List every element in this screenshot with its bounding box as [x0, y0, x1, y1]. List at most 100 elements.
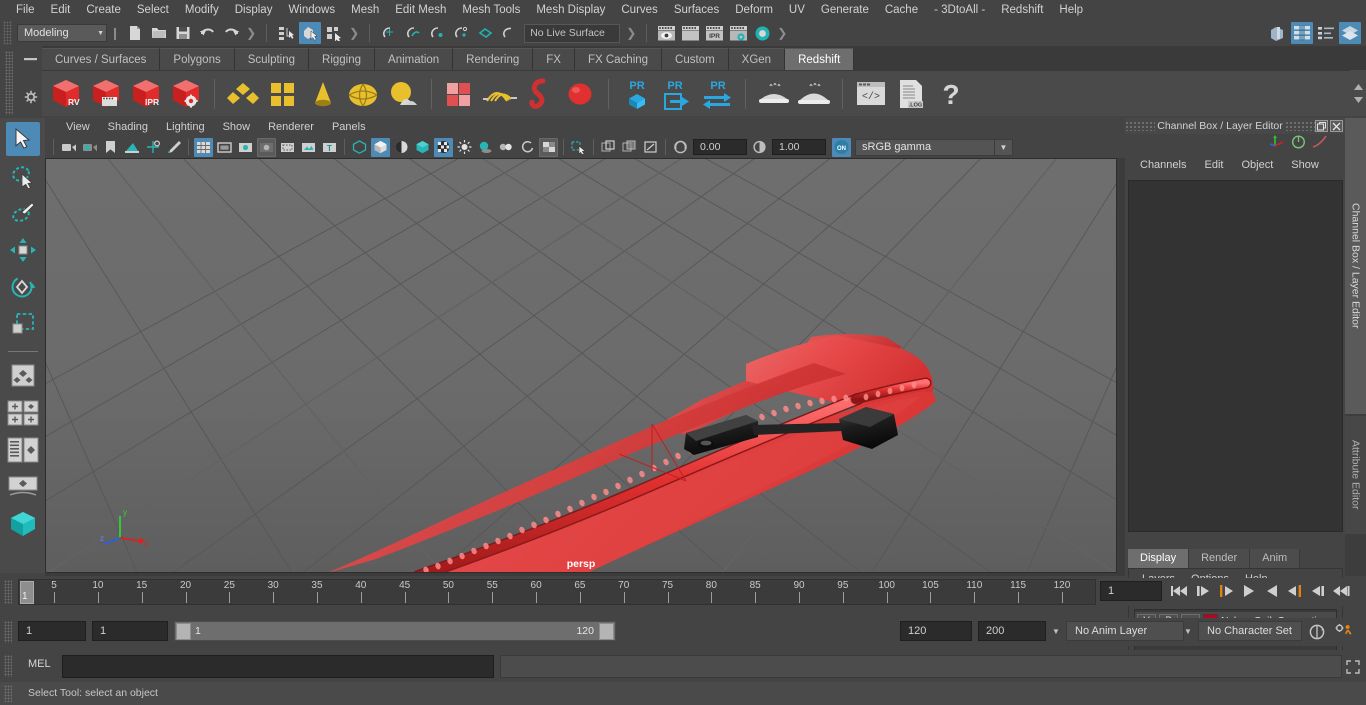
screen-space-ao-icon[interactable]: [497, 138, 516, 157]
animation-preferences-icon[interactable]: [1334, 623, 1354, 641]
redshift-environment-icon[interactable]: [383, 73, 423, 115]
menu-set-selector[interactable]: Modeling ▼: [17, 24, 107, 42]
undo-icon[interactable]: [196, 22, 218, 44]
menu-help[interactable]: Help: [1051, 0, 1091, 20]
select-by-hierarchy-icon[interactable]: [275, 22, 297, 44]
menu-windows[interactable]: Windows: [280, 0, 343, 20]
snap-to-view-plane-icon[interactable]: [474, 22, 496, 44]
film-origin-icon[interactable]: [278, 138, 297, 157]
film-gate-icon[interactable]: [215, 138, 234, 157]
command-input[interactable]: [62, 655, 494, 678]
hypershade-layout[interactable]: [6, 507, 40, 541]
two-d-pan-zoom-icon[interactable]: [143, 138, 162, 157]
close-icon[interactable]: [1330, 120, 1343, 132]
resolution-gate-icon[interactable]: [236, 138, 255, 157]
time-slider-grip[interactable]: [4, 580, 12, 604]
color-management-selector[interactable]: sRGB gamma: [855, 138, 995, 156]
menu-cache[interactable]: Cache: [877, 0, 926, 20]
xray-icon[interactable]: [599, 138, 618, 157]
select-by-object-icon[interactable]: [299, 22, 322, 44]
menu-surfaces[interactable]: Surfaces: [666, 0, 727, 20]
title-safe-icon[interactable]: T: [320, 138, 339, 157]
motion-blur-icon[interactable]: [518, 138, 537, 157]
redshift-pr-export-icon[interactable]: PR: [657, 73, 697, 115]
range-bar-left-handle[interactable]: [176, 622, 191, 640]
redshift-render-view-icon[interactable]: RV: [46, 73, 86, 115]
tool-settings-toggle-icon[interactable]: [1339, 22, 1361, 44]
attribute-editor-toggle-icon[interactable]: [1315, 22, 1337, 44]
use-default-lighting-icon[interactable]: [434, 137, 453, 157]
menu-edit[interactable]: Edit: [43, 0, 79, 20]
viewport-menu-show[interactable]: Show: [214, 118, 260, 136]
grease-pencil-icon[interactable]: [164, 138, 183, 157]
single-perspective-layout[interactable]: [6, 470, 40, 504]
menu-mesh[interactable]: Mesh: [343, 0, 387, 20]
paint-select-tool[interactable]: [6, 196, 40, 230]
redshift-help-icon[interactable]: ?: [931, 73, 971, 115]
help-line-grip[interactable]: [4, 685, 12, 702]
xray-joints-icon[interactable]: [620, 138, 639, 157]
channel-box-menu-edit[interactable]: Edit: [1195, 154, 1232, 176]
show-hide-render-view-icon[interactable]: [655, 22, 677, 44]
anim-layer-selector[interactable]: No Anim Layer: [1066, 621, 1184, 641]
vertical-tab-attribute-editor[interactable]: Attribute Editor: [1345, 416, 1366, 534]
redshift-sphere-light-icon[interactable]: [560, 73, 600, 115]
curve-toggle-icon[interactable]: [1312, 135, 1327, 154]
outliner-persp-layout[interactable]: [6, 433, 40, 467]
status-line-grip[interactable]: [3, 21, 12, 45]
menu-edit-mesh[interactable]: Edit Mesh: [387, 0, 454, 20]
menu-mesh-tools[interactable]: Mesh Tools: [454, 0, 528, 20]
shelf-scroll-arrows[interactable]: [1350, 70, 1366, 116]
smooth-shade-all-icon[interactable]: [371, 137, 390, 157]
viewport-menu-shading[interactable]: Shading: [99, 118, 157, 136]
redshift-material-icon[interactable]: [223, 73, 263, 115]
make-live-icon[interactable]: [498, 22, 520, 44]
image-plane-icon[interactable]: [122, 138, 141, 157]
four-view-layout[interactable]: [6, 359, 40, 393]
open-scene-icon[interactable]: [148, 22, 170, 44]
viewport-menu-renderer[interactable]: Renderer: [259, 118, 323, 136]
sidebar-toggle-icon[interactable]: [1267, 22, 1289, 44]
step-back-frame-icon[interactable]: [1216, 580, 1236, 602]
move-tool[interactable]: [6, 233, 40, 267]
gate-mask-icon[interactable]: [257, 137, 276, 157]
color-management-toggle-icon[interactable]: ON: [832, 137, 851, 157]
rotate-tool[interactable]: [6, 270, 40, 304]
shelf-tab-polygons[interactable]: Polygons: [160, 48, 235, 70]
shelf-tab-fx[interactable]: FX: [533, 48, 575, 70]
shelf-tab-fx-caching[interactable]: FX Caching: [574, 48, 663, 70]
ipr-render-icon[interactable]: IPR: [703, 22, 725, 44]
menu-create[interactable]: Create: [78, 0, 129, 20]
auto-keyframe-icon[interactable]: [1308, 623, 1326, 641]
viewport-3d-canvas[interactable]: y z x persp: [45, 158, 1117, 573]
range-end-field[interactable]: 120: [900, 621, 972, 641]
redshift-matte-icon[interactable]: [263, 73, 303, 115]
redshift-bake-all-icon[interactable]: [794, 73, 834, 115]
multisample-icon[interactable]: [539, 137, 558, 157]
select-by-component-icon[interactable]: [323, 22, 345, 44]
menu-curves[interactable]: Curves: [613, 0, 665, 20]
shelf-tab-rendering[interactable]: Rendering: [453, 48, 534, 70]
snap-to-curve-icon[interactable]: [402, 22, 424, 44]
range-bar-right-handle[interactable]: [599, 622, 614, 640]
time-slider-track[interactable]: 1 5 10 15 20 25 30 35 40 45 50 55 60 65 70 75 80 85 90 95 1…: [18, 579, 1096, 605]
channel-box-menu-channels[interactable]: Channels: [1131, 154, 1195, 176]
channel-box-menu-show[interactable]: Show: [1282, 154, 1328, 176]
redshift-proxy-icon[interactable]: [440, 73, 480, 115]
step-forward-frame-icon[interactable]: [1285, 580, 1305, 602]
restore-icon[interactable]: [1315, 120, 1328, 132]
two-pane-layouts[interactable]: [6, 396, 40, 430]
wireframe-icon[interactable]: [350, 138, 369, 157]
channel-box-content[interactable]: [1128, 180, 1343, 532]
channel-box-menu-object[interactable]: Object: [1232, 154, 1282, 176]
safe-action-icon[interactable]: [299, 138, 318, 157]
shelf-grip[interactable]: [5, 51, 13, 115]
snap-to-point-icon[interactable]: [426, 22, 448, 44]
hypershade-icon[interactable]: [751, 22, 773, 44]
xray-active-components-icon[interactable]: [641, 138, 660, 157]
menu-uv[interactable]: UV: [781, 0, 813, 20]
lasso-select-tool[interactable]: [6, 159, 40, 193]
menu-modify[interactable]: Modify: [177, 0, 227, 20]
redshift-render-sequence-icon[interactable]: [86, 73, 126, 115]
command-line-grip[interactable]: [4, 655, 12, 677]
